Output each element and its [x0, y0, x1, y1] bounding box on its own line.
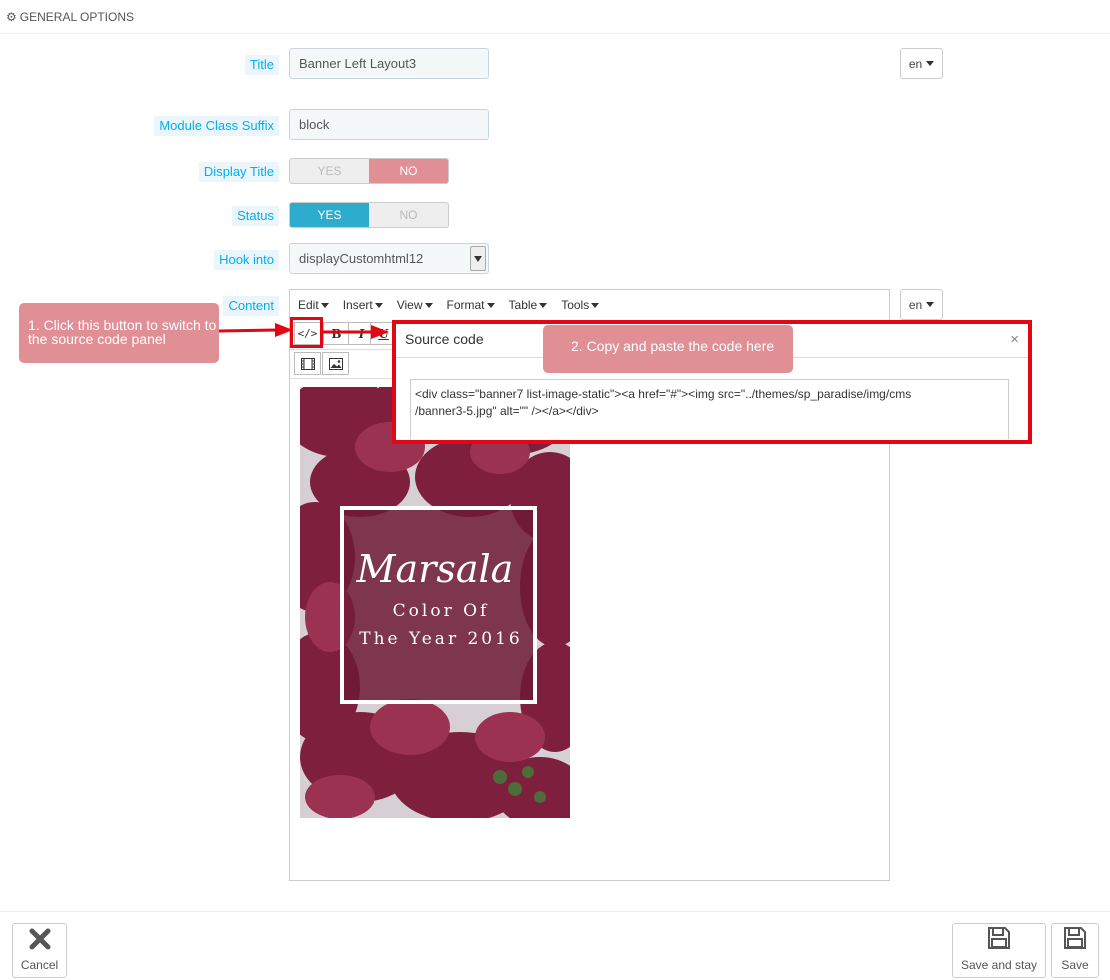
menu-insert[interactable]: Insert	[343, 298, 383, 312]
caret-down-icon	[926, 61, 935, 66]
menu-edit[interactable]: Edit	[298, 298, 329, 312]
banner-title: Marsala	[356, 547, 514, 591]
menu-format[interactable]: Format	[447, 298, 495, 312]
title-label: Title	[244, 55, 279, 75]
arrow-right-icon	[323, 325, 389, 339]
film-icon	[300, 357, 315, 370]
display-title-label: Display Title	[198, 162, 279, 182]
callout-step1: 1. Click this button to switch to the so…	[19, 303, 219, 363]
status-label: Status	[232, 206, 279, 226]
floppy-disk-icon	[987, 926, 1011, 955]
display-title-yes[interactable]: YES	[290, 159, 369, 183]
close-icon	[29, 927, 51, 955]
status-no[interactable]: NO	[369, 203, 448, 227]
menu-tools[interactable]: Tools	[561, 298, 600, 312]
form-footer: Cancel Save and stay Save	[0, 911, 1110, 980]
suffix-label: Module Class Suffix	[154, 116, 279, 136]
select-arrow-icon	[470, 246, 486, 271]
panel-heading: ⚙ GENERAL OPTIONS	[0, 0, 1110, 34]
lang-code: en	[908, 297, 923, 312]
arrow-right-icon	[219, 323, 293, 337]
title-lang-dropdown[interactable]: en	[900, 48, 943, 79]
menu-table[interactable]: Table	[509, 298, 548, 312]
display-title-no[interactable]: NO	[369, 159, 448, 183]
save-button[interactable]: Save	[1051, 923, 1099, 978]
suffix-input[interactable]: block	[289, 109, 489, 140]
title-input[interactable]: Banner Left Layout3	[289, 48, 489, 79]
status-switch[interactable]: YES NO	[289, 202, 449, 228]
gears-icon: ⚙	[6, 9, 17, 24]
menu-view[interactable]: View	[397, 298, 433, 312]
status-yes[interactable]: YES	[290, 203, 369, 227]
content-label: Content	[223, 296, 279, 316]
source-button-highlight	[290, 317, 323, 348]
save-and-stay-label: Save and stay	[960, 958, 1038, 972]
content-lang-dropdown[interactable]: en	[900, 289, 943, 320]
display-title-switch[interactable]: YES NO	[289, 158, 449, 184]
hook-label: Hook into	[214, 250, 279, 270]
insert-video-button[interactable]	[294, 352, 321, 375]
hook-select[interactable]: displayCustomhtml12	[289, 243, 489, 274]
banner-image: Marsala Color Of The Year 2016	[300, 387, 570, 818]
cancel-label: Cancel	[20, 958, 59, 972]
floppy-disk-icon	[1063, 926, 1087, 955]
panel-title: GENERAL OPTIONS	[19, 9, 135, 24]
editor-menubar: Edit Insert View Format Table Tools	[290, 290, 613, 320]
callout-step2: 2. Copy and paste the code here	[543, 325, 793, 373]
banner-subtitle-2: The Year 2016	[359, 629, 523, 649]
caret-down-icon	[926, 302, 935, 307]
image-icon	[328, 357, 343, 370]
save-and-stay-button[interactable]: Save and stay	[952, 923, 1046, 978]
save-label: Save	[1061, 958, 1089, 972]
hook-value: displayCustomhtml12	[299, 251, 424, 266]
insert-image-button[interactable]	[322, 352, 349, 375]
cancel-button[interactable]: Cancel	[12, 923, 67, 978]
banner-subtitle: Color Of	[392, 601, 490, 621]
lang-code: en	[908, 56, 923, 71]
